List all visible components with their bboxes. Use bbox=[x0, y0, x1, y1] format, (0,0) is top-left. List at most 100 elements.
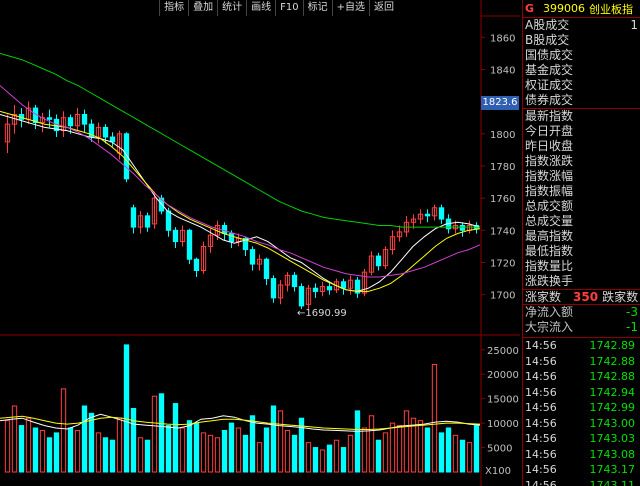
volume-bar bbox=[242, 434, 249, 473]
ma-line bbox=[0, 114, 481, 292]
toolbar-button[interactable]: 返回 bbox=[369, 0, 398, 16]
volume-bar bbox=[144, 439, 151, 473]
quote-panel: G 399006 创业板指 A股成交 1 B股成交 国债成交 基金成交 权证成交 债券成交 … bbox=[522, 0, 640, 486]
volume-bar bbox=[228, 422, 235, 473]
toolbar-button[interactable]: 指标 bbox=[159, 0, 189, 16]
index-name: 创业板指 bbox=[589, 2, 633, 16]
tick-row: 14:56 1743.11 bbox=[523, 478, 640, 486]
volume-bar bbox=[102, 437, 109, 473]
volume-bar bbox=[347, 434, 354, 473]
volume-tick-label: 5000 bbox=[487, 444, 512, 455]
tick-time: 14:56 bbox=[525, 339, 557, 352]
tick-list[interactable]: 14:56 1742.89 14:56 1742.88 14:56 1742.88 14:5… bbox=[523, 337, 640, 486]
volume-bar bbox=[473, 425, 480, 473]
volume-bar bbox=[263, 427, 270, 473]
stat-row: 国债成交 bbox=[525, 48, 640, 63]
candle-body bbox=[249, 249, 256, 265]
volume-bar bbox=[151, 395, 158, 473]
candle-body bbox=[67, 117, 74, 127]
stat-label: 最低指数 bbox=[525, 244, 574, 258]
volume-bar bbox=[221, 429, 228, 473]
candle-body bbox=[193, 258, 200, 272]
stat-value: 1 bbox=[630, 18, 638, 32]
volume-bar bbox=[200, 432, 207, 473]
volume-bar bbox=[193, 422, 200, 473]
kline-chart[interactable]: 1860184018201800178017601740172017002500… bbox=[0, 0, 520, 486]
flow-row: 大宗流入 -1 bbox=[523, 320, 640, 335]
price-tick-label: 1740 bbox=[490, 226, 515, 237]
volume-bar bbox=[95, 432, 102, 473]
volume-bar bbox=[67, 427, 74, 473]
candle-body bbox=[340, 281, 347, 289]
volume-bar bbox=[186, 420, 193, 473]
stat-label: 昨日收盘 bbox=[525, 139, 574, 153]
candle-body bbox=[144, 215, 151, 228]
market-flag: G bbox=[525, 2, 535, 15]
volume-unit-label: X100 bbox=[485, 466, 511, 477]
volume-bar bbox=[179, 427, 186, 473]
tick-price: 1743.00 bbox=[589, 416, 636, 430]
tick-price: 1743.03 bbox=[589, 432, 636, 445]
volume-bar bbox=[88, 412, 95, 473]
toolbar-button[interactable]: 统计 bbox=[217, 0, 247, 16]
tick-time: 14:56 bbox=[525, 463, 557, 476]
volume-bar bbox=[158, 393, 165, 473]
tick-row: 14:56 1742.89 bbox=[523, 338, 640, 354]
quote-header: G 399006 创业板指 bbox=[523, 0, 640, 18]
stat-row: 最低指数 bbox=[525, 244, 640, 259]
volume-bar bbox=[116, 417, 123, 473]
current-price-badge: 1823.6 bbox=[481, 96, 519, 110]
toolbar-button[interactable]: F10 bbox=[275, 0, 303, 16]
volume-tick-label: 20000 bbox=[487, 370, 519, 381]
up-count-label: 涨家数 bbox=[525, 290, 562, 304]
toolbar-button[interactable]: 画线 bbox=[246, 0, 276, 16]
toolbar-button[interactable]: +自选 bbox=[331, 0, 369, 16]
candle-body bbox=[221, 224, 228, 235]
toolbar-button[interactable]: 标记 bbox=[302, 0, 332, 16]
tick-price: 1743.11 bbox=[589, 478, 636, 486]
candle-body bbox=[109, 136, 116, 143]
stat-label: 总成交量 bbox=[525, 214, 574, 228]
stat-row: 指数涨跌 bbox=[525, 154, 640, 169]
flow-label: 净流入额 bbox=[525, 305, 574, 319]
tick-time: 14:56 bbox=[525, 447, 557, 461]
stat-row: 总成交量 bbox=[525, 214, 640, 229]
volume-bar bbox=[312, 447, 319, 473]
candle-body bbox=[291, 274, 298, 288]
tick-time: 14:56 bbox=[525, 478, 557, 486]
stat-label: 权证成交 bbox=[525, 78, 574, 92]
candle-body bbox=[459, 224, 466, 231]
stat-label: 涨跌换手 bbox=[525, 274, 574, 288]
stat-row: B股成交 bbox=[525, 33, 640, 48]
volume-bar bbox=[389, 422, 396, 473]
stat-label: A股成交 bbox=[525, 18, 570, 32]
stat-label: 总成交额 bbox=[525, 199, 574, 213]
volume-tick-label: 10000 bbox=[487, 419, 519, 430]
advance-decline: 涨家数 350 跌家数 bbox=[523, 289, 640, 305]
candle-body bbox=[46, 117, 53, 120]
volume-bar bbox=[137, 437, 144, 473]
stat-label: 基金成交 bbox=[525, 63, 574, 77]
flow-label: 大宗流入 bbox=[525, 320, 574, 334]
volume-bar bbox=[277, 410, 284, 473]
tick-time: 14:56 bbox=[525, 385, 557, 399]
volume-bar bbox=[452, 434, 459, 473]
stat-row: 指数振幅 bbox=[525, 184, 640, 199]
stat-row: 基金成交 bbox=[525, 63, 640, 78]
candle-body bbox=[438, 207, 445, 220]
candle-body bbox=[81, 114, 88, 125]
stat-row: 昨日收盘 bbox=[525, 139, 640, 154]
capital-flow: 净流入额 -3 大宗流入 -1 bbox=[523, 305, 640, 335]
candle-body bbox=[102, 126, 109, 138]
flow-value: -1 bbox=[626, 320, 638, 334]
stat-label: 债券成交 bbox=[525, 93, 574, 107]
volume-bar bbox=[123, 344, 130, 473]
candle-body bbox=[312, 287, 319, 292]
candle-body bbox=[130, 207, 137, 228]
candle-body bbox=[123, 133, 130, 180]
low-price-marker: ←1690.99 bbox=[297, 308, 347, 319]
volume-bar bbox=[214, 437, 221, 473]
turnover-list: A股成交 1 B股成交 国债成交 基金成交 权证成交 债券成交 bbox=[523, 18, 640, 108]
kline-chart-area[interactable]: 1860184018201800178017601740172017002500… bbox=[0, 0, 520, 486]
toolbar-button[interactable]: 叠加 bbox=[188, 0, 218, 16]
